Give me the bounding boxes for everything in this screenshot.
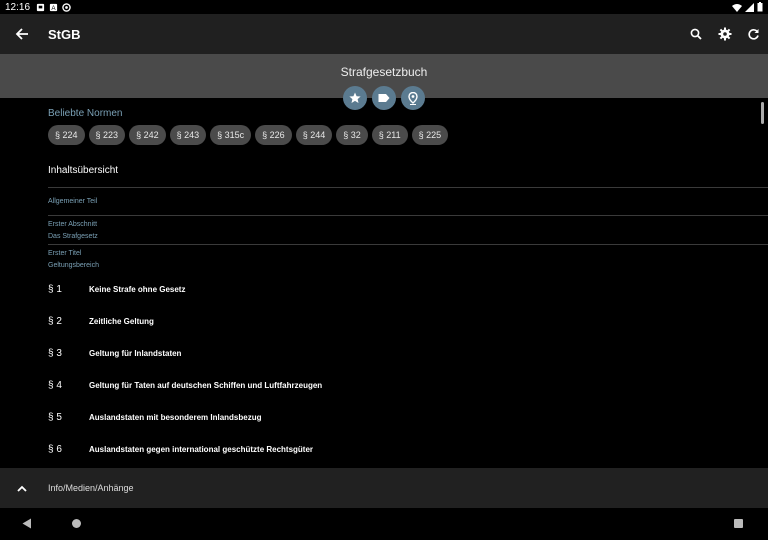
paragraph-title: Geltung für Inlandstaten — [89, 348, 182, 358]
paragraph-number: § 5 — [48, 411, 62, 423]
search-button[interactable] — [681, 14, 710, 54]
back-button[interactable] — [0, 14, 44, 54]
location-button[interactable] — [401, 86, 425, 110]
paragraph-row[interactable]: § 4 Geltung für Taten auf deutschen Schi… — [48, 375, 748, 395]
star-icon — [349, 92, 361, 103]
paragraph-number: § 4 — [48, 379, 62, 391]
nav-recents-icon[interactable] — [734, 519, 743, 528]
toc-section[interactable]: Erster Abschnitt Das Strafgesetz — [48, 219, 98, 243]
wifi-icon — [732, 3, 742, 12]
toc-title: Inhaltsübersicht — [48, 165, 119, 176]
toc-title-group[interactable]: Erster Titel Geltungsbereich — [48, 248, 99, 272]
norm-chip[interactable]: § 211 — [371, 125, 408, 145]
arrow-left-icon — [15, 28, 28, 40]
scrollbar[interactable] — [761, 102, 764, 124]
paragraph-title: Geltung für Taten auf deutschen Schiffen… — [89, 380, 323, 390]
law-content[interactable]: Beliebte Normen § 224 § 223 § 242 § 243 … — [0, 98, 768, 468]
paragraph-number: § 2 — [48, 315, 62, 327]
nav-home-icon[interactable] — [72, 519, 81, 528]
title-label: Erster Titel — [48, 250, 82, 257]
info-media-sheet-toggle[interactable]: Info/Medien/Anhänge — [0, 468, 768, 508]
paragraph-row[interactable]: § 3 Geltung für Inlandstaten — [48, 343, 748, 363]
notification-icon: A — [49, 3, 58, 12]
refresh-button[interactable] — [739, 14, 768, 54]
popular-norms-title: Beliebte Normen — [48, 108, 123, 119]
gear-icon — [718, 27, 731, 41]
settings-button[interactable] — [710, 14, 739, 54]
signal-icon — [745, 2, 754, 12]
tag-button[interactable] — [372, 86, 396, 110]
favorite-button[interactable] — [343, 86, 367, 110]
app-bar: StGB — [0, 14, 768, 54]
section-name: Das Strafgesetz — [48, 233, 98, 240]
norm-chip[interactable]: § 243 — [169, 125, 207, 145]
notification-icon — [36, 3, 45, 11]
paragraph-title: Auslandstaten gegen international geschü… — [89, 444, 314, 454]
norm-chip[interactable]: § 224 — [48, 125, 85, 145]
part-name: Allgemeiner Teil — [48, 198, 98, 205]
divider — [48, 215, 768, 216]
system-nav-bar — [0, 508, 768, 540]
norm-chip[interactable]: § 225 — [411, 125, 449, 145]
divider — [48, 187, 768, 188]
refresh-icon — [748, 28, 759, 40]
nav-back-icon[interactable] — [22, 518, 32, 529]
paragraph-title: Keine Strafe ohne Gesetz — [89, 284, 186, 294]
paragraph-row[interactable]: § 5 Auslandstaten mit besonderem Inlands… — [48, 407, 748, 427]
paragraph-number: § 3 — [48, 347, 62, 359]
toc-part[interactable]: Allgemeiner Teil — [48, 196, 97, 208]
tag-icon — [378, 94, 390, 102]
law-name: Strafgesetzbuch — [340, 65, 428, 79]
paragraph-number: § 1 — [48, 283, 62, 295]
paragraph-title: Auslandstaten mit besonderem Inlandsbezu… — [89, 412, 262, 422]
norm-chip[interactable]: § 315c — [210, 125, 252, 145]
chevron-up-icon — [17, 485, 27, 492]
paragraph-row[interactable]: § 2 Zeitliche Geltung — [48, 311, 748, 331]
norm-chip[interactable]: § 226 — [255, 125, 292, 145]
paragraph-row[interactable]: § 1 Keine Strafe ohne Gesetz — [48, 279, 748, 299]
action-buttons — [343, 86, 425, 110]
norm-chip[interactable]: § 32 — [336, 125, 368, 145]
sheet-label: Info/Medien/Anhänge — [48, 483, 134, 493]
paragraph-row[interactable]: § 6 Auslandstaten gegen international ge… — [48, 439, 748, 459]
norm-chip[interactable]: § 223 — [88, 125, 126, 145]
paragraph-number: § 6 — [48, 443, 62, 455]
popular-norms-chips: § 224 § 223 § 242 § 243 § 315c § 226 § 2… — [48, 125, 449, 145]
battery-icon — [757, 2, 763, 12]
search-icon — [690, 28, 702, 40]
norm-chip[interactable]: § 242 — [129, 125, 166, 145]
section-label: Erster Abschnitt — [48, 221, 98, 228]
page-title: StGB — [48, 26, 81, 42]
norm-chip[interactable]: § 244 — [295, 125, 333, 145]
paragraph-title: Zeitliche Geltung — [89, 316, 154, 326]
divider — [48, 244, 768, 245]
status-time: 12:16 — [5, 1, 31, 13]
title-name: Geltungsbereich — [48, 262, 99, 269]
sync-icon — [62, 2, 71, 12]
location-pin-icon — [408, 91, 418, 105]
status-bar: 12:16 A — [0, 0, 768, 14]
